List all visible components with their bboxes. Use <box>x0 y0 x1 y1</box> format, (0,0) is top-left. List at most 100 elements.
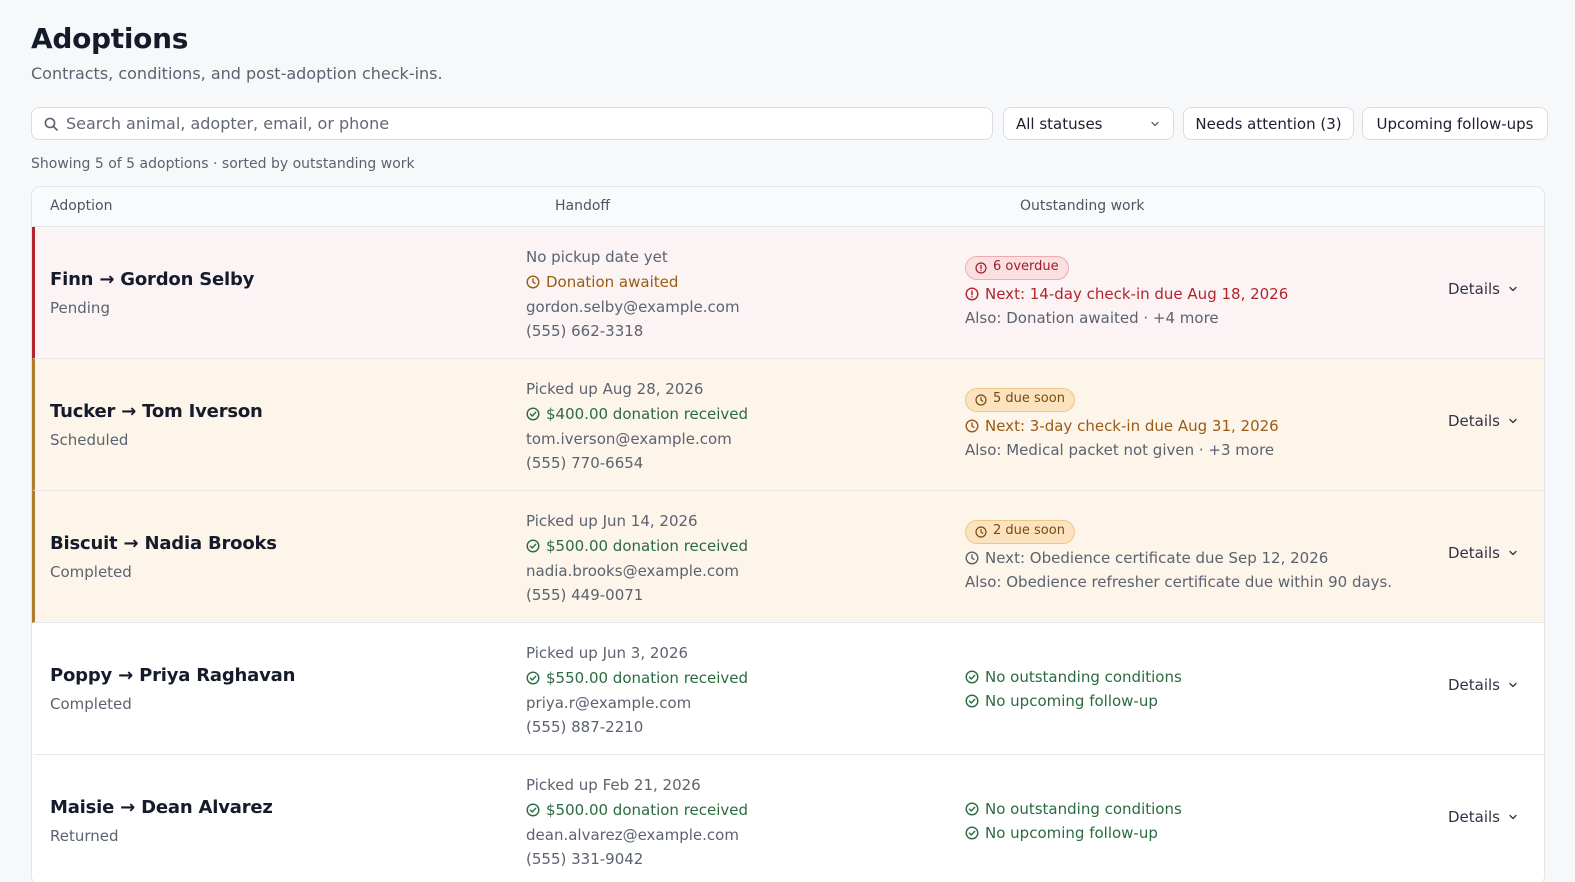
check-circle-icon <box>526 539 540 553</box>
details-label: Details <box>1447 808 1500 826</box>
overdue-badge: 6 overdue <box>965 255 1069 280</box>
adopter-phone: (555) 449-0071 <box>526 586 644 605</box>
adopter-phone: (555) 331-9042 <box>526 850 644 869</box>
donation-status: $400.00 donation received <box>526 402 748 427</box>
adopter-email: gordon.selby@example.com <box>526 297 740 316</box>
handoff-cell: Picked up Feb 21, 2026 $500.00 donation … <box>526 773 748 872</box>
donation-text: $550.00 donation received <box>546 668 749 687</box>
handoff-cell: Picked up Aug 28, 2026 $400.00 donation … <box>526 377 748 476</box>
clock-icon <box>526 275 540 289</box>
donation-text: $500.00 donation received <box>546 536 749 555</box>
adoption-name: Poppy → Priya Raghavan <box>50 665 296 686</box>
adoption-name: Finn → Gordon Selby <box>50 269 255 290</box>
adoption-name: Maisie → Dean Alvarez <box>50 797 273 818</box>
adopter-email: tom.iverson@example.com <box>526 429 732 448</box>
search-input[interactable] <box>66 114 966 133</box>
results-summary: Showing 5 of 5 adoptions · sorted by out… <box>31 156 415 172</box>
donation-text: $400.00 donation received <box>546 404 749 423</box>
details-toggle[interactable]: Details <box>1448 808 1518 826</box>
also-items: Also: Donation awaited · +4 more <box>965 309 1219 327</box>
adopter-email: priya.r@example.com <box>526 693 692 712</box>
adopter-phone: (555) 662-3318 <box>526 322 644 341</box>
donation-text: Donation awaited <box>546 272 679 291</box>
pickup-date: Picked up Jun 14, 2026 <box>526 512 698 530</box>
adoption-status: Returned <box>50 827 119 845</box>
adoption-cell: Tucker → Tom Iverson Scheduled <box>50 359 263 491</box>
also-items: Also: Medical packet not given · +3 more <box>965 441 1275 459</box>
alert-circle-icon <box>975 261 987 274</box>
chevron-down-icon <box>1509 682 1517 688</box>
next-item: Next: 14-day check-in due Aug 18, 2026 <box>965 282 1288 307</box>
chevron-down-icon <box>1509 418 1517 424</box>
details-toggle[interactable]: Details <box>1448 676 1518 694</box>
adoption-status: Completed <box>50 563 132 581</box>
clock-icon <box>975 393 987 406</box>
adoption-status: Scheduled <box>50 431 129 449</box>
next-item-text: Next: Obedience certificate due Sep 12, … <box>985 548 1329 567</box>
table-row[interactable]: Biscuit → Nadia Brooks Completed Picked … <box>32 491 1544 623</box>
search-icon <box>44 117 58 131</box>
badge-text: 2 due soon <box>993 523 1065 539</box>
badge-text: 6 overdue <box>993 259 1059 275</box>
check-circle-icon <box>526 671 540 685</box>
no-conditions: No outstanding conditions <box>965 665 1182 690</box>
table-header: Adoption Handoff Outstanding work <box>32 187 1544 227</box>
no-conditions-text: No outstanding conditions <box>985 799 1182 818</box>
adoptions-table: Adoption Handoff Outstanding work Finn →… <box>31 186 1545 882</box>
adoption-cell: Biscuit → Nadia Brooks Completed <box>50 491 277 623</box>
chevron-down-icon <box>1151 121 1159 126</box>
donation-text: $500.00 donation received <box>546 800 749 819</box>
due-soon-badge: 2 due soon <box>965 519 1075 544</box>
chevron-down-icon <box>1509 286 1517 292</box>
chevron-down-icon <box>1509 550 1517 556</box>
column-header-adoption: Adoption <box>50 198 113 214</box>
adoption-status: Pending <box>50 299 110 317</box>
check-circle-icon <box>965 694 979 708</box>
chevron-down-icon <box>1509 814 1517 820</box>
table-row[interactable]: Maisie → Dean Alvarez Returned Picked up… <box>32 755 1544 882</box>
no-conditions-text: No outstanding conditions <box>985 667 1182 686</box>
handoff-cell: Picked up Jun 14, 2026 $500.00 donation … <box>526 509 748 608</box>
badge-text: 5 due soon <box>993 391 1065 407</box>
adopter-phone: (555) 770-6654 <box>526 454 644 473</box>
check-circle-icon <box>965 826 979 840</box>
status-filter-value: All statuses <box>1016 114 1103 133</box>
no-followup-text: No upcoming follow-up <box>985 692 1158 710</box>
upcoming-followups-button[interactable]: Upcoming follow-ups <box>1362 107 1548 140</box>
details-toggle[interactable]: Details <box>1448 544 1518 562</box>
adoption-status: Completed <box>50 695 132 713</box>
next-item: Next: 3-day check-in due Aug 31, 2026 <box>965 414 1279 439</box>
pickup-date: No pickup date yet <box>526 248 668 266</box>
check-circle-icon <box>526 407 540 421</box>
adopter-email: dean.alvarez@example.com <box>526 825 739 844</box>
toolbar: All statuses Needs attention (3) Upcomin… <box>31 107 1549 141</box>
donation-status: $550.00 donation received <box>526 666 748 691</box>
next-item-text: Next: 3-day check-in due Aug 31, 2026 <box>985 416 1279 435</box>
details-label: Details <box>1447 544 1500 562</box>
search-box[interactable] <box>31 107 993 140</box>
no-followup-text: No upcoming follow-up <box>985 824 1158 842</box>
check-circle-icon <box>526 803 540 817</box>
adoption-cell: Poppy → Priya Raghavan Completed <box>50 623 295 755</box>
adoption-cell: Maisie → Dean Alvarez Returned <box>50 755 273 882</box>
adopter-phone: (555) 887-2210 <box>526 718 644 737</box>
table-row[interactable]: Finn → Gordon Selby Pending No pickup da… <box>32 227 1544 359</box>
page-subtitle: Contracts, conditions, and post-adoption… <box>31 64 443 83</box>
next-item-text: Next: 14-day check-in due Aug 18, 2026 <box>985 284 1289 303</box>
details-label: Details <box>1447 676 1500 694</box>
clock-icon <box>965 419 979 433</box>
check-circle-icon <box>965 802 979 816</box>
donation-status: $500.00 donation received <box>526 534 748 559</box>
outstanding-cell: No outstanding conditions No upcoming fo… <box>965 623 1182 755</box>
next-item: Next: Obedience certificate due Sep 12, … <box>965 546 1392 571</box>
table-row[interactable]: Poppy → Priya Raghavan Completed Picked … <box>32 623 1544 755</box>
details-label: Details <box>1447 280 1500 298</box>
table-row[interactable]: Tucker → Tom Iverson Scheduled Picked up… <box>32 359 1544 491</box>
needs-attention-button[interactable]: Needs attention (3) <box>1183 107 1354 140</box>
donation-status: $500.00 donation received <box>526 798 748 823</box>
status-filter-select[interactable]: All statuses <box>1003 107 1174 140</box>
details-toggle[interactable]: Details <box>1448 412 1518 430</box>
details-toggle[interactable]: Details <box>1448 280 1518 298</box>
no-followup: No upcoming follow-up <box>965 689 1182 714</box>
page-title: Adoptions <box>31 22 189 55</box>
